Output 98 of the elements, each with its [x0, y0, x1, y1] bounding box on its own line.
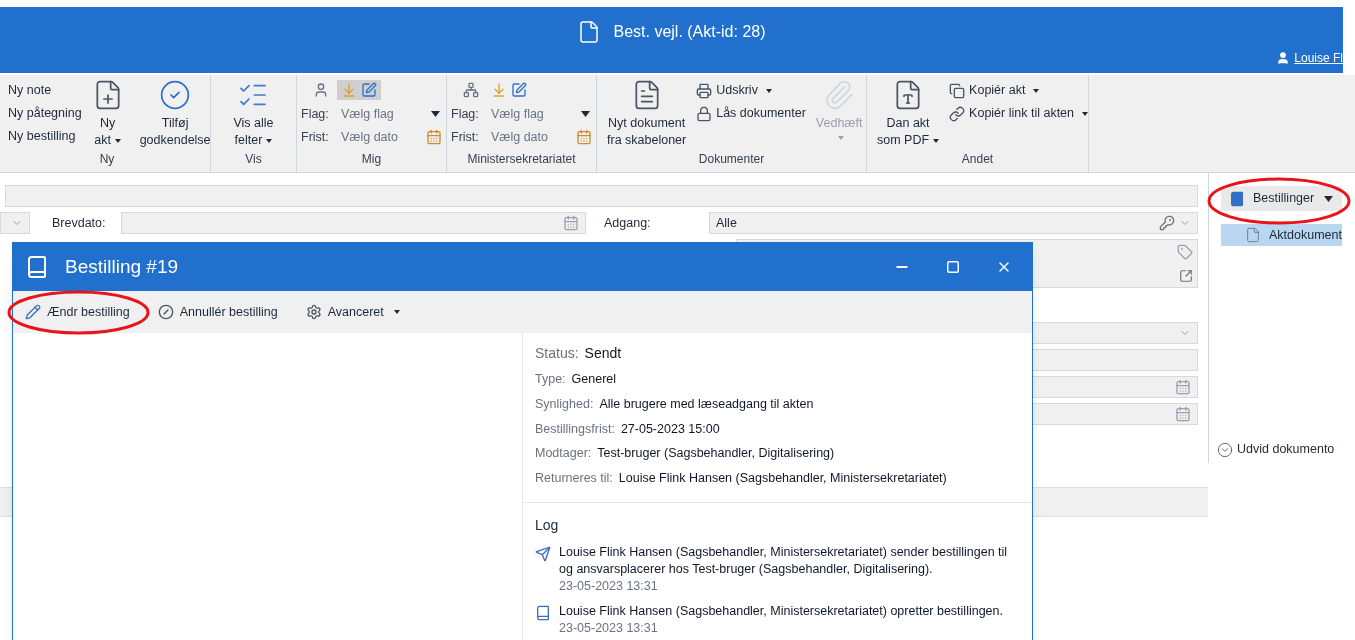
tree-item[interactable]: Aktdokument	[1221, 224, 1342, 246]
send-icon	[535, 545, 551, 562]
flag-label: Flag:	[301, 106, 330, 123]
ribbon-link[interactable]: Ny bestilling	[8, 125, 82, 148]
expand-icon	[1179, 268, 1194, 283]
lock-icon	[696, 105, 713, 122]
dialog-title: Bestilling #19	[65, 254, 179, 279]
deadline-label: Frist:	[301, 128, 330, 146]
input-field[interactable]	[5, 185, 1199, 207]
caret-icon	[765, 88, 772, 93]
toolbar-button[interactable]: Annullér bestilling	[157, 302, 278, 322]
check-circle-icon	[159, 79, 192, 111]
caret-icon	[1082, 111, 1088, 116]
toolbar-button[interactable]: Avanceret	[305, 302, 400, 322]
detail-value: Louise Flink Hansen (Sagsbehandler, Ministersekretariatet)	[618, 470, 947, 487]
printer-icon	[696, 82, 713, 99]
caret-icon	[431, 111, 440, 118]
ribbon-button[interactable]: Nyt dokument fra skabeloner	[601, 79, 693, 149]
person-icon[interactable]	[313, 82, 329, 98]
group-label: Ministersekretariatet	[466, 151, 577, 168]
ribbon-link[interactable]: Ny note	[8, 79, 82, 102]
caret-icon	[266, 138, 273, 143]
edit-icon[interactable]	[361, 82, 377, 98]
detail-value: Generel	[571, 371, 617, 388]
date-picker[interactable]: Vælg dato	[491, 127, 592, 147]
ribbon-button[interactable]: Vis alle felter	[227, 79, 280, 149]
date-picker[interactable]: Vælg dato	[341, 127, 442, 147]
caret-icon	[393, 310, 400, 314]
chevron-circle-icon	[1217, 441, 1234, 458]
edit-icon[interactable]	[511, 82, 527, 98]
detail-label: Returneres til:	[535, 470, 613, 487]
caret-icon	[115, 138, 121, 143]
window-title: Best. vejl. (Akt-id: 28)	[613, 22, 766, 42]
input-field[interactable]: Alle	[709, 212, 1199, 234]
book-icon	[535, 604, 551, 621]
detail-value: Test-bruger (Sagsbehandler, Digitalisering)	[597, 445, 835, 463]
flag-dropdown[interactable]: Vælg flag	[491, 105, 592, 124]
expand-link[interactable]: Udvid dokumento	[1217, 440, 1342, 459]
log-time: 23-05-2023 13:31	[559, 577, 659, 595]
group-label: Vis	[245, 151, 262, 168]
calendar-icon	[563, 215, 579, 231]
caret-icon	[933, 138, 940, 143]
flag-dropdown[interactable]: Vælg flag	[341, 105, 442, 124]
user-icon	[1276, 51, 1291, 65]
ribbon-button[interactable]: Dan akt som PDF	[871, 79, 946, 149]
field-label: Adgang:	[603, 214, 652, 232]
book-icon	[1229, 190, 1246, 207]
caret-icon	[1033, 88, 1040, 93]
ribbon-button[interactable]: Ny akt	[85, 79, 130, 149]
user-link[interactable]: Louise Fl	[1294, 49, 1343, 67]
cancel-icon	[157, 304, 174, 320]
field-label: Brevdato:	[51, 214, 107, 232]
deadline-label: Frist:	[451, 128, 480, 146]
calendar-icon	[1175, 379, 1192, 395]
tag-icon	[1177, 244, 1194, 261]
hierarchy-icon[interactable]	[463, 82, 479, 98]
ribbon-link[interactable]: Ny påtegning	[8, 102, 82, 125]
ribbon-button[interactable]: Tilføj godkendelse	[133, 79, 217, 149]
group-label: Dokumenter	[697, 151, 766, 168]
ribbon-button[interactable]: Kopiér link til akten	[949, 102, 1088, 125]
log-entry: Louise Flink Hansen (Sagsbehandler, Ministersekretariatet) opretter bestillingen.	[559, 602, 1003, 620]
link-icon	[949, 105, 966, 122]
detail-value: Sendt	[584, 344, 622, 363]
log-time: 23-05-2023 13:31	[559, 619, 659, 637]
ribbon-button[interactable]: Lås dokumenter	[696, 102, 806, 125]
paperclip-icon	[823, 79, 856, 111]
calendar-icon	[426, 129, 442, 146]
pencil-icon	[25, 304, 41, 320]
log-heading: Log	[535, 515, 560, 535]
detail-value: Alle brugere med læseadgang til akten	[599, 395, 814, 413]
bestillinger-button[interactable]: Bestillinger	[1221, 186, 1342, 211]
book-icon	[25, 255, 49, 279]
caret-icon	[581, 111, 590, 118]
key-icon	[1159, 215, 1176, 231]
detail-label: Status:	[535, 344, 579, 363]
maximize-icon[interactable]	[946, 260, 960, 274]
input-field[interactable]	[121, 212, 586, 234]
log-entry: Louise Flink Hansen (Sagsbehandler, Ministersekretariatet) sender bestillingen til og ansvarsplacerer hos Test-bruger (Sagsbehandler, Digitalisering).	[559, 543, 1009, 578]
detail-label: Type:	[535, 371, 566, 388]
calendar-icon	[1175, 406, 1192, 422]
flag-toolbar[interactable]	[337, 80, 381, 100]
detail-label: Bestillingsfrist:	[535, 420, 615, 438]
detail-label: Synlighed:	[535, 395, 594, 413]
group-label: Ny	[98, 151, 116, 168]
ribbon-button[interactable]: Udskriv	[696, 79, 806, 102]
group-label: Andet	[960, 151, 995, 168]
input-field[interactable]	[0, 212, 30, 234]
caret-icon	[1324, 195, 1334, 202]
calendar-icon	[576, 129, 592, 146]
group-label: Mig	[360, 151, 383, 168]
copy-icon	[949, 82, 966, 99]
detail-label: Modtager:	[535, 445, 592, 463]
flag-label: Flag:	[451, 106, 480, 123]
ribbon-button[interactable]: Kopiér akt	[949, 79, 1088, 102]
document-icon	[1245, 227, 1262, 243]
detail-value: 27-05-2023 15:00	[620, 420, 720, 438]
gear-icon	[305, 304, 322, 320]
caret-icon	[838, 136, 845, 140]
